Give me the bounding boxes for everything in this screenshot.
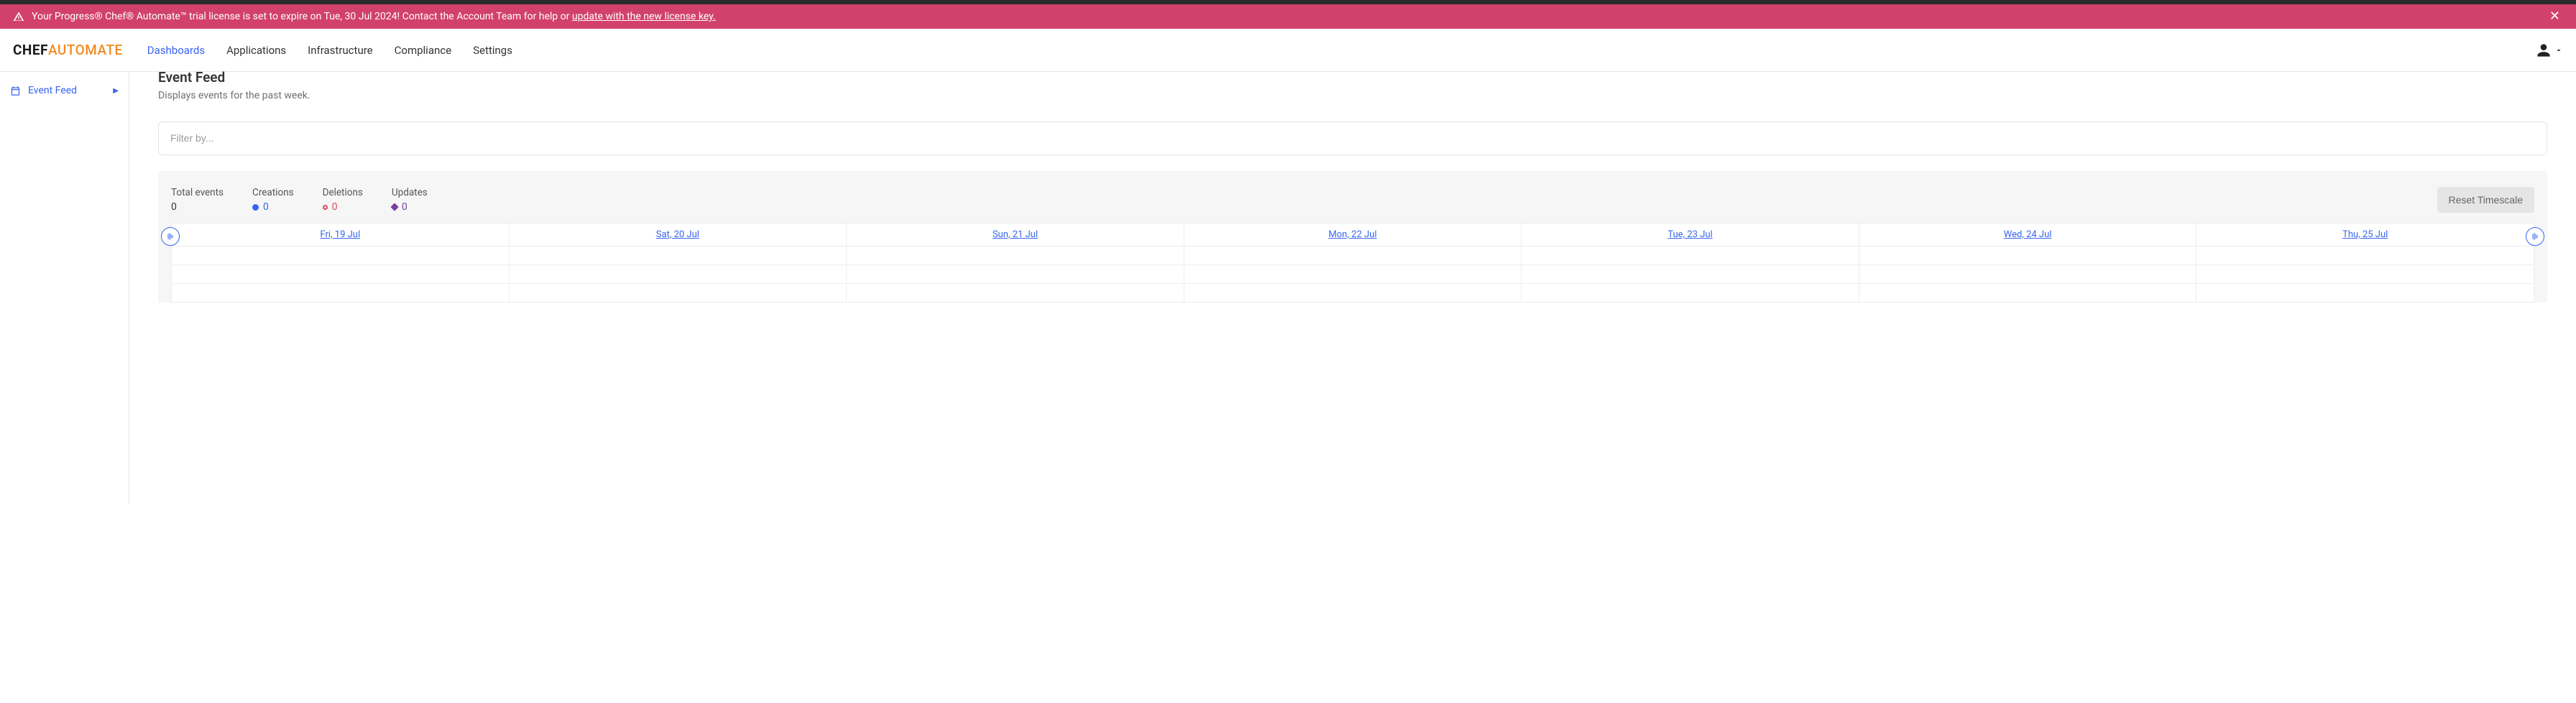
person-icon: [2534, 41, 2553, 60]
stat-label: Updates: [392, 187, 428, 198]
logo-chef: CHEF: [13, 42, 48, 58]
page-subtitle: Displays events for the past week.: [158, 90, 2547, 101]
calendar-day-link[interactable]: Wed, 24 Jul: [2004, 229, 2052, 240]
sidebar-item-event-feed[interactable]: Event Feed ▶: [0, 82, 129, 99]
calendar-row: [172, 265, 2534, 284]
timeline-scroll-left[interactable]: [161, 227, 180, 246]
sidebar: Event Feed ▶: [0, 72, 129, 503]
nav-settings[interactable]: Settings: [473, 41, 512, 60]
license-expiry-banner: Your Progress® Chef® Automate™ trial lic…: [0, 4, 2576, 29]
timeline-header: Total events 0 Creations 0 Deletions: [158, 187, 2547, 223]
brand-logo[interactable]: CHEFAUTOMATE: [13, 42, 123, 58]
reset-timescale-button[interactable]: Reset Timescale: [2437, 187, 2534, 213]
stat-value: 0: [171, 201, 177, 213]
calendar-body: [172, 247, 2534, 303]
top-nav: CHEFAUTOMATE Dashboards Applications Inf…: [0, 29, 2576, 72]
stat-creations: Creations 0: [252, 187, 294, 213]
calendar-wrap: Fri, 19 Jul Sat, 20 Jul Sun, 21 Jul Mon,…: [158, 223, 2547, 303]
event-calendar: Fri, 19 Jul Sat, 20 Jul Sun, 21 Jul Mon,…: [171, 223, 2534, 303]
calendar-day-link[interactable]: Tue, 23 Jul: [1668, 229, 1712, 240]
banner-text: Your Progress® Chef® Automate™ trial lic…: [32, 11, 2547, 22]
timeline-panel: Total events 0 Creations 0 Deletions: [158, 171, 2547, 303]
calendar-day-link[interactable]: Mon, 22 Jul: [1328, 229, 1376, 240]
nav-applications[interactable]: Applications: [226, 41, 286, 60]
warning-icon: [13, 11, 24, 22]
event-stats: Total events 0 Creations 0 Deletions: [171, 187, 428, 213]
chevron-right-icon: ▶: [113, 87, 119, 95]
updates-diamond-icon: [390, 203, 398, 211]
calendar-day-link[interactable]: Fri, 19 Jul: [320, 229, 360, 240]
filter-input[interactable]: [170, 132, 2535, 144]
main-content: Event Feed Displays events for the past …: [129, 72, 2576, 503]
stat-value: 0: [263, 201, 269, 213]
creations-dot-icon: [252, 204, 259, 211]
stat-updates: Updates 0: [392, 187, 428, 213]
stat-value: 0: [402, 201, 408, 213]
sidebar-item-label: Event Feed: [28, 85, 113, 96]
stat-label: Creations: [252, 187, 294, 198]
nav-infrastructure[interactable]: Infrastructure: [308, 41, 372, 60]
deletions-dot-icon: [323, 205, 328, 210]
filter-box[interactable]: [158, 121, 2547, 155]
calendar-header-row: Fri, 19 Jul Sat, 20 Jul Sun, 21 Jul Mon,…: [172, 224, 2534, 247]
primary-nav: Dashboards Applications Infrastructure C…: [147, 41, 512, 60]
drag-handle-icon: [166, 232, 175, 241]
stat-deletions: Deletions 0: [323, 187, 363, 213]
close-icon[interactable]: ✕: [2547, 10, 2563, 23]
user-menu[interactable]: [2534, 41, 2563, 60]
calendar-day-link[interactable]: Sun, 21 Jul: [993, 229, 1038, 240]
chevron-down-icon: [2554, 46, 2563, 55]
stat-label: Total events: [171, 187, 224, 198]
stat-total-events: Total events 0: [171, 187, 224, 213]
calendar-icon: [10, 86, 21, 96]
calendar-day-link[interactable]: Thu, 25 Jul: [2342, 229, 2388, 240]
nav-dashboards[interactable]: Dashboards: [147, 41, 205, 60]
page-title: Event Feed: [158, 69, 2547, 86]
banner-text-prefix: Your Progress® Chef® Automate™ trial lic…: [32, 11, 572, 22]
stat-label: Deletions: [323, 187, 363, 198]
stat-value: 0: [332, 201, 338, 213]
calendar-row: [172, 247, 2534, 265]
calendar-row: [172, 284, 2534, 303]
nav-compliance[interactable]: Compliance: [395, 41, 451, 60]
banner-update-link[interactable]: update with the new license key.: [572, 11, 716, 22]
drag-handle-icon: [2531, 232, 2539, 241]
timeline-scroll-right[interactable]: [2526, 227, 2544, 246]
calendar-day-link[interactable]: Sat, 20 Jul: [656, 229, 699, 240]
logo-automate: AUTOMATE: [48, 42, 123, 58]
